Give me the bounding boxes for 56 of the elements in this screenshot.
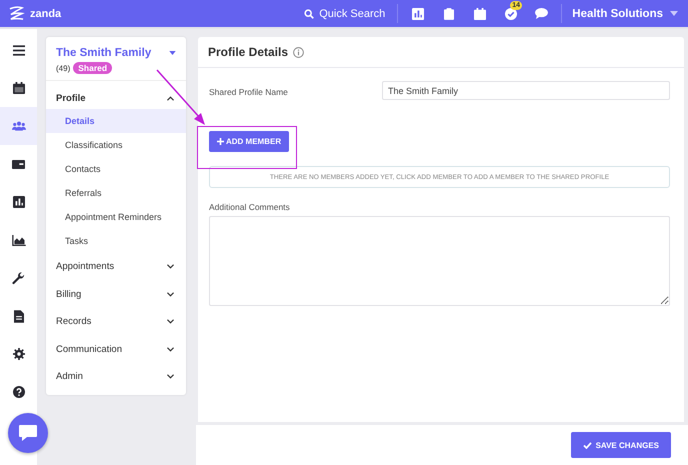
chevron-icon (167, 346, 174, 352)
chat-button[interactable] (8, 413, 48, 453)
calendar-icon (12, 82, 24, 94)
area-chart-icon (12, 234, 26, 246)
settings-icon (12, 348, 24, 360)
check-circle-icon (504, 8, 517, 20)
save-changes-button[interactable]: SAVE CHANGES (570, 432, 671, 458)
people-icon (12, 121, 26, 131)
profile-name-field[interactable]: The Smith Family (382, 81, 670, 100)
comments-field[interactable] (209, 216, 670, 306)
search-icon (304, 8, 314, 18)
nav-section[interactable]: Billing (46, 280, 186, 308)
brand-name: zanda (30, 8, 62, 20)
wrench-icon (12, 272, 25, 284)
info-icon[interactable] (293, 46, 304, 58)
nav-item[interactable]: Contacts (46, 157, 186, 181)
profile-name[interactable]: The Smith Family (56, 47, 152, 59)
nav-section[interactable]: Appointments (46, 253, 186, 280)
check-icon (582, 442, 592, 448)
field-label: Shared Profile Name (209, 87, 288, 97)
nav-section[interactable]: Communication (46, 336, 186, 363)
clipboard-icon (444, 8, 454, 20)
nav-item[interactable]: Referrals (46, 181, 186, 205)
logo-icon (7, 6, 26, 21)
field-label: Additional Comments (209, 202, 291, 212)
member-count: (49) (56, 64, 70, 72)
help-icon (12, 386, 24, 398)
document-icon (14, 310, 24, 322)
bar-chart-icon (412, 8, 424, 20)
caret-icon[interactable] (169, 51, 176, 55)
shared-tag: Shared (73, 62, 112, 74)
chat-icon (535, 8, 548, 19)
nav-section[interactable]: Records (46, 308, 186, 336)
nav-item[interactable]: Tasks (46, 229, 186, 253)
nav-item[interactable]: Appointment Reminders (46, 205, 186, 229)
card-icon (12, 160, 25, 168)
chat-icon (18, 424, 38, 442)
nav-section[interactable]: Profile (46, 87, 186, 109)
caret-icon (670, 11, 678, 16)
chevron-icon (167, 374, 174, 380)
chevron-icon (167, 264, 174, 270)
bar-chart-icon (12, 196, 24, 208)
annotation-arrow (156, 70, 205, 125)
plus-icon (217, 138, 224, 145)
section-title: Profile Details (208, 45, 288, 59)
menu-icon (12, 44, 24, 56)
account-menu[interactable]: Health Solutions (566, 8, 678, 20)
quick-search-button[interactable]: Quick Search (296, 8, 394, 20)
nav-item[interactable]: Classifications (46, 133, 186, 157)
calendar-icon (474, 8, 486, 20)
chevron-icon (167, 319, 174, 324)
chevron-icon (167, 292, 174, 297)
nav-section[interactable]: Admin (46, 363, 186, 390)
nav-item[interactable]: Details (46, 109, 186, 133)
chevron-icon (167, 96, 174, 100)
add-member-button[interactable]: ADD MEMBER (209, 131, 290, 152)
